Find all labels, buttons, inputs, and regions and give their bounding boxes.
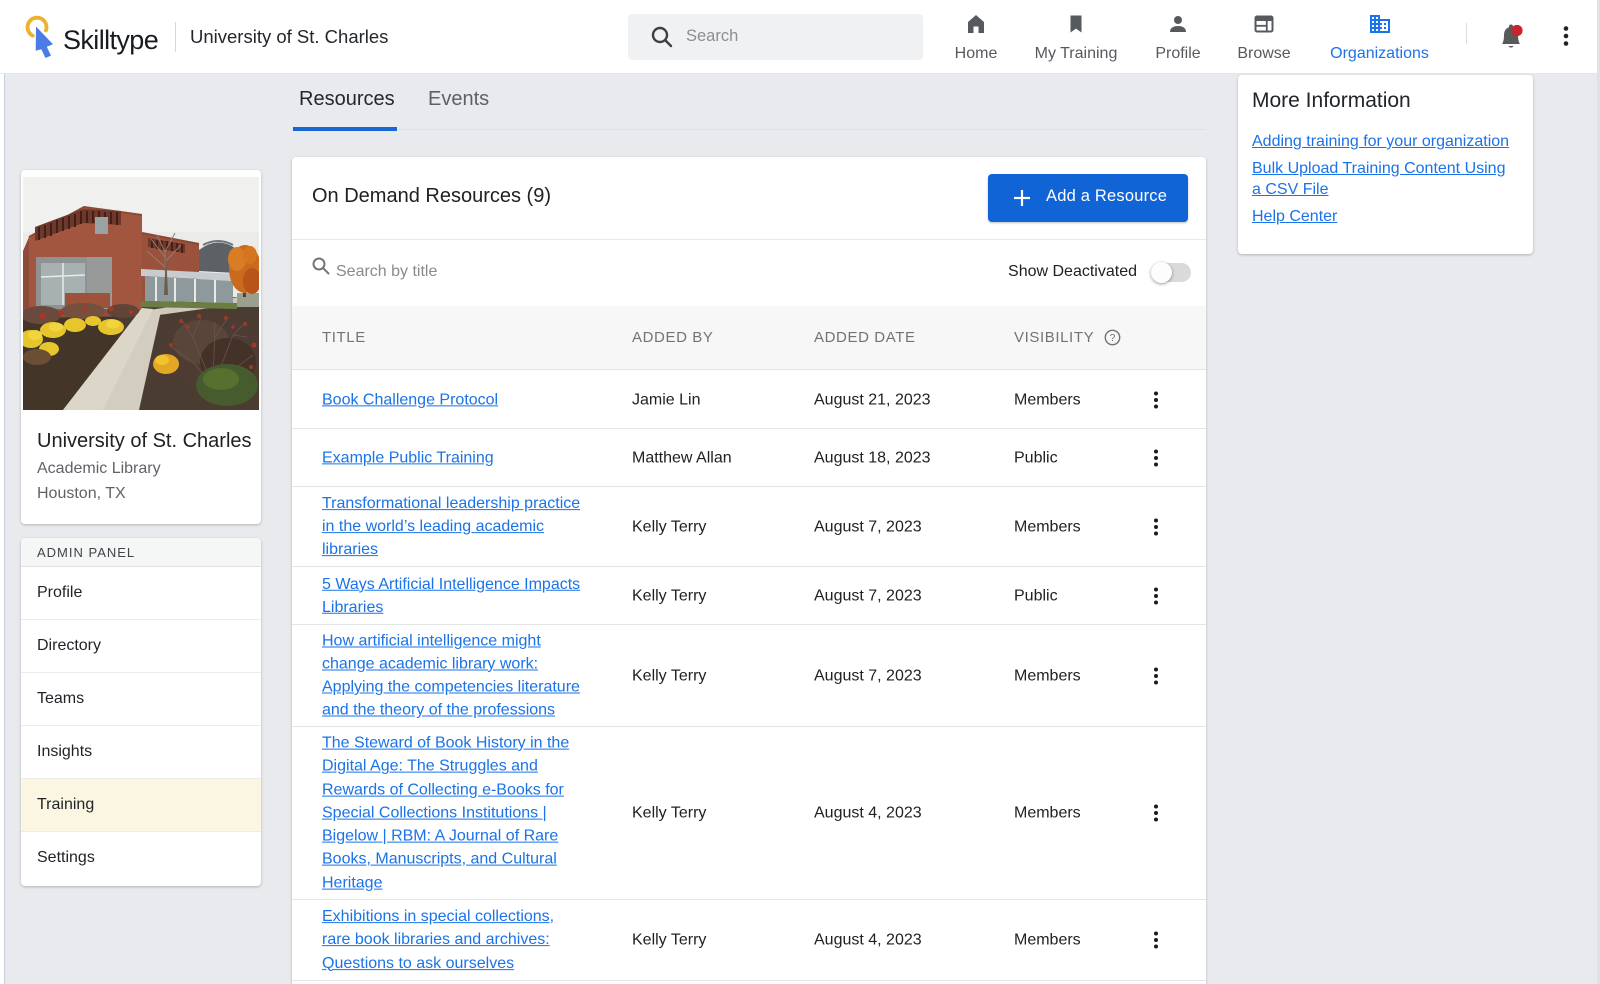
svg-text:?: ?: [1110, 332, 1116, 344]
